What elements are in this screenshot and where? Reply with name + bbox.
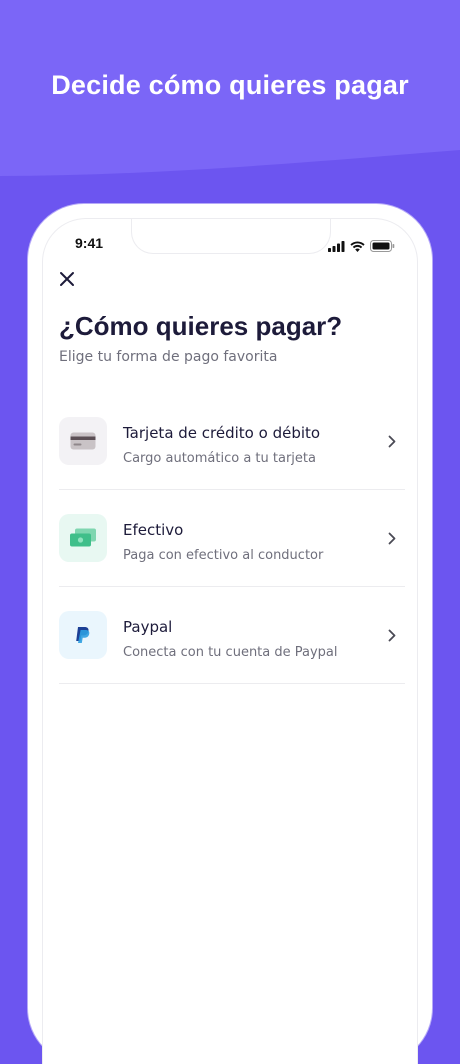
phone-screen: 9:41 ¿Cómo quieres pagar? Elige tu forma… [42, 218, 418, 1064]
option-description: Paga con efectivo al conductor [123, 548, 324, 563]
payment-option-card[interactable]: Tarjeta de crédito o débito Cargo automá… [59, 393, 405, 490]
close-button[interactable] [57, 269, 77, 289]
payment-option-paypal[interactable]: Paypal Conecta con tu cuenta de Paypal [59, 587, 405, 684]
battery-icon [370, 237, 395, 256]
credit-card-icon [70, 432, 96, 450]
option-icon-container [59, 514, 107, 562]
option-icon-container [59, 611, 107, 659]
status-time: 9:41 [75, 235, 104, 251]
phone-frame: 9:41 ¿Cómo quieres pagar? Elige tu forma… [28, 204, 432, 1064]
signal-icon [328, 237, 345, 256]
chevron-right-icon [385, 433, 399, 449]
option-title: Tarjeta de crédito o débito [123, 424, 321, 442]
option-title: Paypal [123, 618, 173, 636]
payment-options-list: Tarjeta de crédito o débito Cargo automá… [59, 393, 405, 684]
chevron-right-icon [385, 530, 399, 546]
option-icon-container [59, 417, 107, 465]
wifi-icon [350, 237, 365, 256]
marketing-headline: Decide cómo quieres pagar [51, 70, 409, 100]
option-description: Cargo automático a tu tarjeta [123, 451, 316, 466]
option-description: Conecta con tu cuenta de Paypal [123, 645, 338, 660]
payment-option-cash[interactable]: Efectivo Paga con efectivo al conductor [59, 490, 405, 587]
cash-icon [70, 528, 96, 547]
page-title: ¿Cómo quieres pagar? [59, 311, 343, 341]
option-title: Efectivo [123, 521, 184, 539]
close-icon [60, 272, 74, 286]
chevron-right-icon [385, 627, 399, 643]
phone-notch [131, 219, 331, 254]
status-icons [328, 237, 395, 256]
page-subtitle: Elige tu forma de pago favorita [59, 349, 278, 365]
paypal-icon [76, 627, 90, 643]
